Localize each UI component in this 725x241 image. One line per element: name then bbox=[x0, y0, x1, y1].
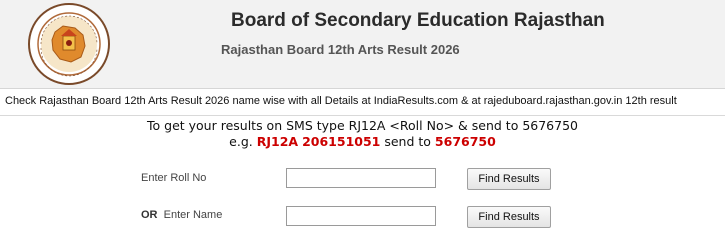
find-results-by-name-button[interactable]: Find Results bbox=[467, 206, 551, 228]
name-search-label: OR Enter Name bbox=[141, 209, 222, 221]
result-subtitle: Rajasthan Board 12th Arts Result 2026 bbox=[221, 42, 460, 57]
rajasthan-board-seal-icon bbox=[27, 2, 111, 86]
roll-no-input[interactable] bbox=[286, 168, 436, 188]
info-bar: Check Rajasthan Board 12th Arts Result 2… bbox=[0, 89, 725, 116]
name-input[interactable] bbox=[286, 206, 436, 226]
find-results-by-roll-button[interactable]: Find Results bbox=[467, 168, 551, 190]
sms-example-number: 5676750 bbox=[434, 134, 496, 149]
board-title: Board of Secondary Education Rajasthan bbox=[231, 10, 605, 31]
sms-instruction: To get your results on SMS type RJ12A <R… bbox=[147, 118, 578, 133]
sms-example-send-to: send to bbox=[384, 134, 431, 149]
sms-example-roll: 206151051 bbox=[302, 134, 381, 149]
sms-example-prefix: e.g. bbox=[229, 134, 253, 149]
site-header: Board of Secondary Education Rajasthan R… bbox=[0, 0, 725, 89]
roll-no-label: Enter Roll No bbox=[141, 172, 207, 184]
sms-example: e.g. RJ12A 206151051 send to 5676750 bbox=[0, 134, 725, 149]
sms-example-code: RJ12A bbox=[256, 134, 299, 149]
info-text: Check Rajasthan Board 12th Arts Result 2… bbox=[5, 95, 677, 107]
enter-name-label: Enter Name bbox=[163, 209, 223, 221]
or-label: OR bbox=[141, 209, 158, 221]
